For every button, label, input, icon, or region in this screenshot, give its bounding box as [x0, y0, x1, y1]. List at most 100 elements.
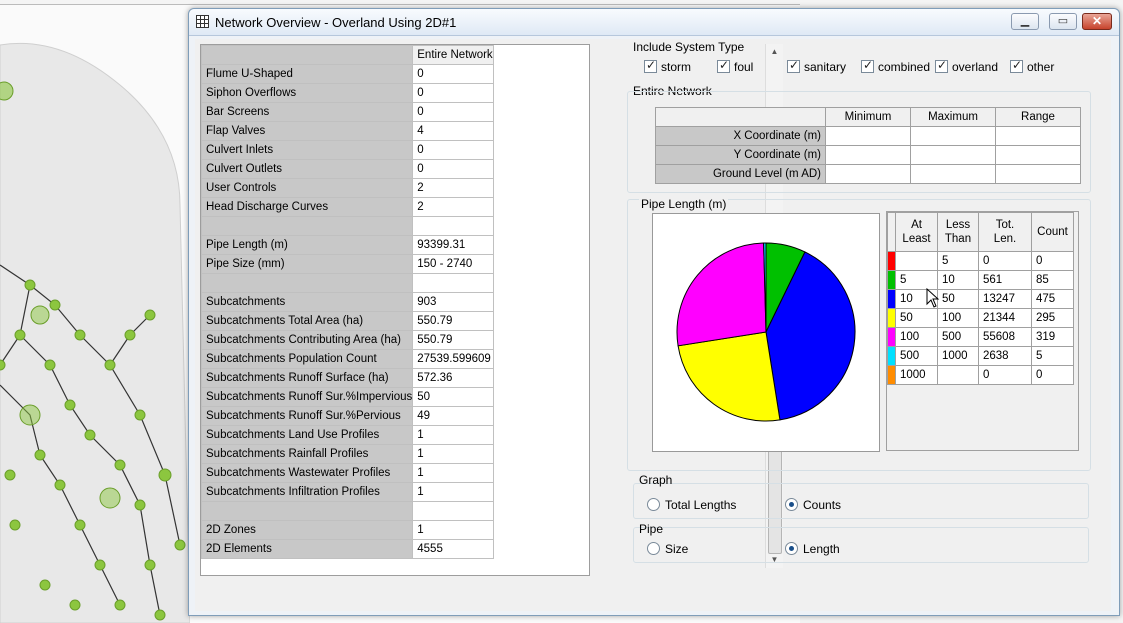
bin-at-least: 1000 — [895, 365, 938, 385]
grid-row-value[interactable] — [412, 273, 494, 293]
maximize-button[interactable]: ▭ — [1049, 13, 1077, 30]
overland-checkbox[interactable]: ✓ overland — [935, 58, 998, 75]
grid-row-value[interactable]: 903 — [412, 292, 494, 312]
grid-row-value[interactable]: 550.79 — [412, 311, 494, 331]
grid-row-label: Subcatchments Runoff Sur.%Impervious — [201, 387, 414, 407]
grid-row[interactable]: Pipe Length (m) 93399.31 — [201, 235, 494, 255]
combined-checkbox[interactable]: ✓ combined — [861, 58, 930, 75]
bin-row[interactable]: 5 10 561 85 — [887, 270, 1074, 290]
grid-row[interactable]: Subcatchments Infiltration Profiles 1 — [201, 482, 494, 502]
grid-row-value[interactable]: 0 — [412, 102, 494, 122]
grid-row-value[interactable]: 1 — [412, 463, 494, 483]
minimize-button[interactable]: ▁ — [1011, 13, 1039, 30]
grid-row-value[interactable]: 550.79 — [412, 330, 494, 350]
grid-row-value[interactable]: 4 — [412, 121, 494, 141]
sanitary-checkbox[interactable]: ✓ sanitary — [787, 58, 846, 75]
grid-row[interactable]: 2D Elements 4555 — [201, 539, 494, 559]
grid-row[interactable]: Subcatchments Runoff Sur.%Pervious 49 — [201, 406, 494, 426]
grid-row-value[interactable]: 4555 — [412, 539, 494, 559]
checkbox-box: ✓ — [935, 58, 948, 73]
grid-row-value[interactable] — [412, 216, 494, 236]
grid-row-value[interactable]: 93399.31 — [412, 235, 494, 255]
grid-row-value[interactable]: 1 — [412, 425, 494, 445]
grid-row[interactable]: Flume U-Shaped 0 — [201, 64, 494, 84]
grid-row-value[interactable]: 0 — [412, 64, 494, 84]
pipe-length-bins-table: At Least Less Than Tot. Len. Count 50051… — [887, 212, 1074, 385]
grid-row-value[interactable]: 572.36 — [412, 368, 494, 388]
grid-row[interactable]: User Controls 2 — [201, 178, 494, 198]
grid-spacer-row[interactable] — [201, 216, 494, 236]
grid-row-value[interactable]: 49 — [412, 406, 494, 426]
pipe-label: Pipe — [639, 522, 664, 536]
total-lengths-radio[interactable]: Total Lengths — [647, 497, 736, 513]
grid-row[interactable]: Subcatchments Population Count 27539.5996… — [201, 349, 494, 369]
grid-row[interactable]: Culvert Inlets 0 — [201, 140, 494, 160]
bin-less-than — [937, 365, 979, 385]
grid-row[interactable]: 2D Zones 1 — [201, 520, 494, 540]
grid-row-value[interactable]: 0 — [412, 159, 494, 179]
grid-row[interactable]: Subcatchments Land Use Profiles 1 — [201, 425, 494, 445]
grid-row-value[interactable]: 1 — [412, 520, 494, 540]
grid-row-value[interactable]: 1 — [412, 444, 494, 464]
bins-header-row: At Least Less Than Tot. Len. Count — [887, 212, 1074, 252]
grid-row-value[interactable]: 0 — [412, 140, 494, 160]
grid-row[interactable]: Siphon Overflows 0 — [201, 83, 494, 103]
grid-row-value[interactable]: 150 - 2740 — [412, 254, 494, 274]
grid-row-label: Subcatchments Wastewater Profiles — [201, 463, 414, 483]
grid-row-value[interactable] — [412, 501, 494, 521]
grid-row-value[interactable]: 2 — [412, 197, 494, 217]
bin-row[interactable]: 100 500 55608 319 — [887, 327, 1074, 347]
bin-row[interactable]: 50 100 21344 295 — [887, 308, 1074, 328]
at-least-header: At Least — [895, 212, 938, 252]
grid-row-value[interactable]: 50 — [412, 387, 494, 407]
grid-row[interactable]: Subcatchments Total Area (ha) 550.79 — [201, 311, 494, 331]
foul-checkbox[interactable]: ✓ foul — [717, 58, 753, 75]
grid-row[interactable]: Pipe Size (mm) 150 - 2740 — [201, 254, 494, 274]
radio-dot — [647, 542, 660, 555]
network-summary-grid[interactable]: Entire Network Flume U-Shaped 0 Siphon Ove… — [200, 44, 590, 576]
checkmark-icon: ✓ — [937, 58, 948, 72]
bin-row[interactable]: 1000 0 0 — [887, 365, 1074, 385]
count-header: Count — [1031, 212, 1074, 252]
grid-row[interactable]: Subcatchments Runoff Surface (ha) 572.36 — [201, 368, 494, 388]
grid-spacer-row[interactable] — [201, 501, 494, 521]
close-button[interactable]: ✕ — [1082, 13, 1112, 30]
pie-slice-50-100 — [677, 331, 781, 422]
bin-color-swatch — [887, 365, 896, 385]
pie-slice-100-500 — [676, 242, 767, 347]
storm-checkbox[interactable]: ✓ storm — [644, 58, 691, 75]
grid-row[interactable]: Subcatchments 903 — [201, 292, 494, 312]
grid-row[interactable]: Head Discharge Curves 2 — [201, 197, 494, 217]
less-than-header: Less Than — [937, 212, 979, 252]
bin-row[interactable]: 10 50 13247 475 — [887, 289, 1074, 309]
grid-row-value[interactable]: 0 — [412, 83, 494, 103]
bin-row[interactable]: 500 — [887, 251, 1074, 271]
length-radio[interactable]: Length — [785, 541, 840, 557]
grid-row-value[interactable]: 1 — [412, 482, 494, 502]
grid-spacer-row[interactable] — [201, 273, 494, 293]
radio-dot — [785, 542, 798, 555]
bin-row[interactable]: 500 1000 2638 5 — [887, 346, 1074, 366]
range-range-cell — [995, 145, 1081, 165]
grid-row[interactable]: Bar Screens 0 — [201, 102, 494, 122]
grid-row[interactable]: Subcatchments Wastewater Profiles 1 — [201, 463, 494, 483]
grid-row[interactable]: Subcatchments Rainfall Profiles 1 — [201, 444, 494, 464]
grid-row[interactable]: Subcatchments Runoff Sur.%Impervious 50 — [201, 387, 494, 407]
scroll-up-icon[interactable]: ▲ — [766, 44, 783, 60]
grid-row[interactable]: Flap Valves 4 — [201, 121, 494, 141]
grid-row[interactable]: Subcatchments Contributing Area (ha) 550.… — [201, 330, 494, 350]
total-lengths-label: Total Lengths — [665, 498, 737, 512]
other-checkbox[interactable]: ✓ other — [1010, 58, 1054, 75]
grid-row-label: User Controls — [201, 178, 414, 198]
grid-row-value[interactable]: 2 — [412, 178, 494, 198]
range-min-cell — [825, 164, 911, 184]
title-bar[interactable]: Network Overview - Overland Using 2D#1 ▁… — [189, 9, 1119, 36]
counts-radio[interactable]: Counts — [785, 497, 841, 513]
grid-row[interactable]: Culvert Outlets 0 — [201, 159, 494, 179]
range-header: Range — [995, 107, 1081, 127]
bin-less-than: 50 — [937, 289, 979, 309]
size-radio[interactable]: Size — [647, 541, 688, 557]
coordinate-range-table: Minimum Maximum Range X Coordinate (m) Y … — [655, 107, 1081, 184]
maximize-icon: ▭ — [1057, 15, 1069, 27]
grid-row-value[interactable]: 27539.599609 — [412, 349, 494, 369]
